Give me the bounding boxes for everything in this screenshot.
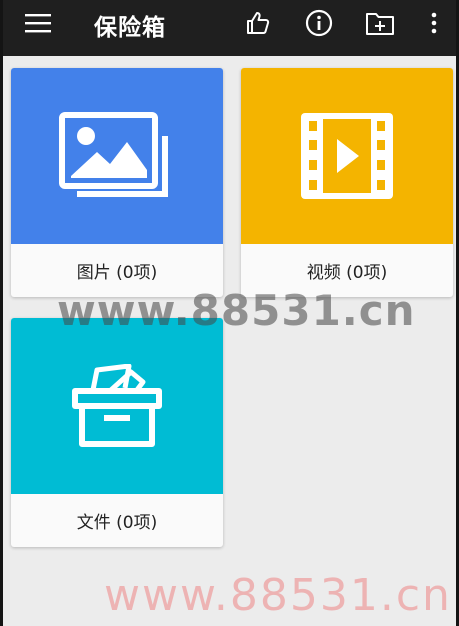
image-gallery-icon bbox=[59, 112, 168, 197]
photos-card-label: 图片 (0项) bbox=[76, 263, 158, 283]
new-folder-icon bbox=[366, 13, 394, 35]
videos-card-label: 视频 (0项) bbox=[306, 263, 388, 283]
info-button[interactable] bbox=[303, 0, 335, 46]
more-options-button[interactable] bbox=[424, 0, 444, 46]
videos-card[interactable]: 视频 (0项) bbox=[241, 68, 453, 297]
more-vert-icon bbox=[431, 12, 437, 34]
file-box-icon bbox=[72, 364, 162, 447]
menu-button[interactable] bbox=[22, 0, 54, 46]
videos-card-banner bbox=[241, 68, 453, 244]
photos-card[interactable]: 图片 (0项) bbox=[11, 68, 223, 297]
film-play-icon bbox=[301, 113, 393, 199]
files-card[interactable]: 文件 (0项) bbox=[11, 318, 223, 547]
files-card-label: 文件 (0项) bbox=[76, 513, 158, 533]
thumbs-up-icon bbox=[247, 12, 270, 34]
new-folder-button[interactable] bbox=[363, 0, 397, 46]
page-title: 保险箱 bbox=[94, 15, 166, 41]
photos-card-banner bbox=[11, 68, 223, 244]
app-bar: 保险箱 bbox=[0, 0, 459, 56]
info-icon bbox=[305, 9, 333, 37]
watermark-bottom: www.88531.cn bbox=[104, 570, 452, 621]
files-card-banner bbox=[11, 318, 223, 494]
menu-icon bbox=[25, 14, 51, 33]
like-button[interactable] bbox=[243, 0, 273, 46]
